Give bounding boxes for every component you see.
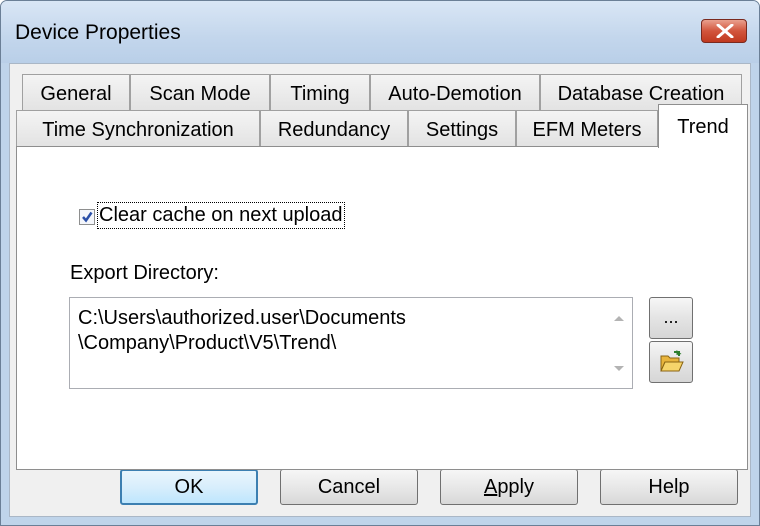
- export-directory-value[interactable]: C:\Users\authorized.user\Documents \Comp…: [78, 306, 406, 356]
- apply-button[interactable]: Apply: [440, 469, 578, 505]
- export-directory-field[interactable]: C:\Users\authorized.user\Documents \Comp…: [69, 297, 633, 389]
- open-folder-button[interactable]: [649, 341, 693, 383]
- tab-efm-meters[interactable]: EFM Meters: [516, 110, 658, 148]
- close-button[interactable]: [701, 19, 747, 43]
- tab-time-synchronization[interactable]: Time Synchronization: [16, 110, 260, 148]
- tab-scan-mode[interactable]: Scan Mode: [130, 74, 270, 112]
- scroll-down-arrow-icon[interactable]: [614, 366, 624, 371]
- tab-trend[interactable]: Trend: [658, 104, 748, 148]
- tab-timing[interactable]: Timing: [270, 74, 370, 112]
- browse-button[interactable]: ...: [649, 297, 693, 339]
- export-directory-scrollbar[interactable]: [606, 298, 632, 388]
- scroll-up-arrow-icon[interactable]: [614, 316, 624, 321]
- checkmark-icon: [82, 211, 93, 223]
- apply-mnemonic: A: [483, 476, 498, 498]
- close-x-icon: [716, 24, 734, 38]
- ok-button[interactable]: OK: [120, 469, 258, 505]
- window-title: Device Properties: [15, 21, 181, 44]
- clear-cache-checkbox[interactable]: [79, 209, 95, 225]
- device-properties-window: Device Properties General Scan Mode Timi…: [0, 0, 760, 526]
- apply-rest: pply: [497, 476, 535, 498]
- tab-general[interactable]: General: [22, 74, 130, 112]
- trend-panel: Clear cache on next upload Export Direct…: [16, 146, 748, 470]
- title-bar[interactable]: Device Properties: [1, 1, 759, 63]
- help-button[interactable]: Help: [600, 469, 738, 505]
- tab-redundancy[interactable]: Redundancy: [260, 110, 408, 148]
- tab-settings[interactable]: Settings: [408, 110, 516, 148]
- export-directory-label: Export Directory:: [70, 262, 219, 284]
- open-folder-icon: [660, 350, 684, 372]
- dialog-client-area: General Scan Mode Timing Auto-Demotion D…: [9, 63, 751, 517]
- cancel-button[interactable]: Cancel: [280, 469, 418, 505]
- tab-auto-demotion[interactable]: Auto-Demotion: [370, 74, 540, 112]
- clear-cache-label[interactable]: Clear cache on next upload: [97, 202, 345, 229]
